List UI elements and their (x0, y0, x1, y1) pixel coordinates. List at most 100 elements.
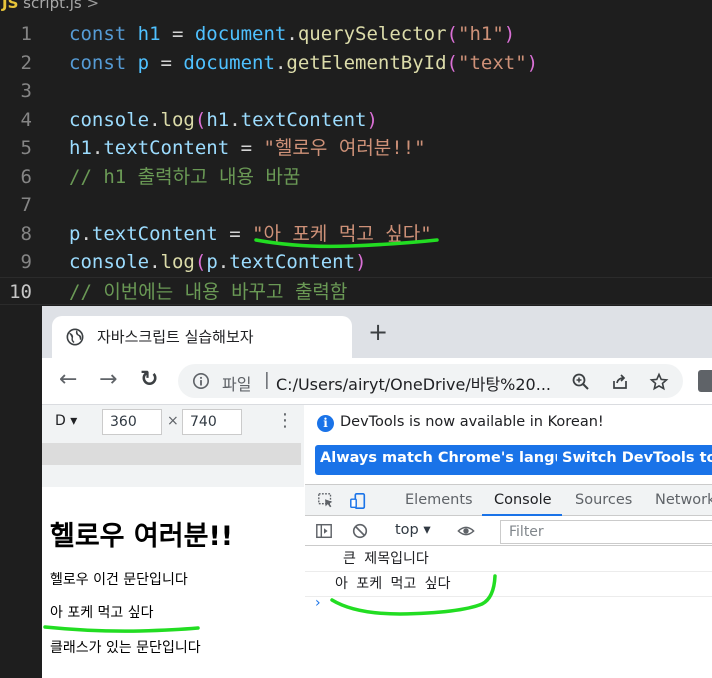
rendered-page: 헬로우 여러분!! 헬로우 이건 문단입니다 아 포케 먹고 싶다 클래스가 있… (42, 487, 304, 678)
viewport-width-input[interactable]: 360 (102, 409, 162, 435)
code-token: getElementById (286, 51, 447, 74)
dimension-times: × (167, 413, 179, 429)
infobar-message: DevTools is now available in Korean! (340, 414, 604, 430)
code-text: console.log(h1.textContent) (69, 106, 378, 134)
code-line[interactable]: 4 console.log(h1.textContent) (0, 106, 712, 134)
code-token: . (229, 108, 241, 131)
code-line[interactable]: 5 h1.textContent = "헬로우 여러분!!" (0, 134, 712, 162)
code-token: ) (526, 51, 539, 74)
code-token: console (69, 108, 150, 131)
code-token: const (69, 23, 138, 45)
forward-button[interactable]: → (99, 367, 117, 393)
line-number: 1 (20, 23, 32, 45)
address-bar[interactable]: 파일 | C:/Users/airyt/OneDrive/바탕%20... (178, 364, 683, 398)
code-token: ) (366, 108, 378, 131)
code-token: = (229, 137, 264, 159)
eye-icon[interactable] (457, 522, 475, 540)
console-filter-input[interactable]: Filter (500, 520, 712, 544)
page-paragraph-class: 클래스가 있는 문단입니다 (50, 640, 201, 656)
code-line[interactable]: 7 (0, 191, 712, 219)
code-line[interactable]: 8 p.textContent = "아 포케 먹고 싶다" (0, 220, 712, 248)
devtools-tabbar: Elements Console Sources Network (305, 484, 712, 516)
device-toggle-icon[interactable] (349, 492, 367, 510)
switch-devtools-language-button[interactable]: Switch DevTools to Ko (557, 445, 712, 475)
code-token: . (217, 251, 230, 273)
code-token: . (149, 251, 161, 273)
browser-toolbar: ← → ↻ 파일 | C:/Users/airyt/OneDrive/바탕%20… (42, 358, 712, 404)
line-number: 10 (9, 280, 32, 303)
code-token: p (69, 222, 81, 245)
browser-tab[interactable]: 자바스크립트 실습해보자 (52, 316, 352, 358)
page-heading: 헬로우 여러분!! (50, 521, 234, 552)
zoom-icon[interactable] (571, 372, 591, 392)
device-menu-icon[interactable]: ⋮ (276, 411, 294, 431)
devtools-infobar: i DevTools is now available in Korean! A… (305, 405, 712, 483)
code-token: ) (503, 23, 516, 45)
console-prompt[interactable]: › (315, 595, 321, 611)
tab-elements[interactable]: Elements (405, 492, 473, 508)
code-token: const (69, 51, 138, 74)
code-text: console.log(p.textContent) (69, 248, 367, 276)
sidebar-toggle-icon[interactable] (315, 522, 333, 540)
page-paragraph: 헬로우 이건 문단입니다 (50, 572, 188, 588)
inspect-element-icon[interactable] (317, 492, 335, 510)
code-token: "아 포케 먹고 싶다" (252, 222, 432, 245)
code-line[interactable]: 3 (0, 77, 712, 105)
back-button[interactable]: ← (59, 367, 77, 393)
tab-network[interactable]: Network (655, 492, 712, 508)
url-text[interactable]: C:/Users/airyt/OneDrive/바탕%20... (276, 371, 551, 395)
code-token: ( (446, 51, 458, 74)
breadcrumb-separator: > (86, 0, 100, 12)
code-token: = (149, 51, 184, 74)
code-token: . (80, 222, 92, 245)
star-icon[interactable] (649, 372, 669, 392)
browser-tab-title: 자바스크립트 실습해보자 (97, 328, 254, 346)
code-line[interactable]: 9 console.log(p.textContent) (0, 248, 712, 276)
code-token: = (217, 222, 253, 245)
info-icon[interactable] (192, 372, 210, 390)
share-icon[interactable] (610, 372, 630, 392)
url-scheme-label: 파일 (222, 375, 252, 394)
code-token: ( (194, 108, 207, 131)
code-token: document (183, 51, 275, 74)
line-number: 9 (20, 251, 32, 273)
clear-console-icon[interactable] (351, 522, 369, 540)
reload-button[interactable]: ↻ (140, 367, 158, 393)
tab-sources[interactable]: Sources (575, 492, 632, 508)
console-toolbar: top ▾ Filter (305, 516, 712, 546)
code-line[interactable]: 1 const h1 = document.querySelector("h1") (0, 20, 712, 48)
code-token: textContent (91, 222, 218, 245)
code-token: h1 (206, 108, 230, 131)
code-token: textContent (229, 251, 356, 273)
device-toolbar: D ▾ 360 × 740 ⋮ (42, 405, 304, 439)
code-token: // h1 출력하고 내용 바꿈 (69, 165, 301, 188)
extension-icon[interactable] (698, 370, 712, 392)
browser-viewport: D ▾ 360 × 740 ⋮ 헬로우 여러분!! 헬로우 이건 문단입니다 아… (42, 404, 712, 678)
line-number: 5 (20, 137, 32, 159)
globe-icon (66, 328, 84, 346)
code-token: . (274, 51, 287, 74)
viewport-height-input[interactable]: 740 (182, 409, 242, 435)
device-emulation-pane: D ▾ 360 × 740 ⋮ 헬로우 여러분!! 헬로우 이건 문단입니다 아… (42, 405, 304, 678)
console-log-line: 큰 제목입니다 (305, 547, 712, 572)
code-token: console (69, 251, 150, 273)
new-tab-button[interactable]: + (368, 320, 388, 344)
code-token: h1 (69, 137, 92, 159)
tab-console[interactable]: Console (494, 492, 552, 508)
code-token: h1 (137, 23, 161, 45)
code-token: "헬로우 여러분!!" (263, 137, 426, 159)
code-token: "h1" (458, 23, 504, 45)
context-select[interactable]: top ▾ (395, 522, 431, 538)
editor-tab[interactable]: JS script.js > (0, 0, 99, 14)
media-query-ruler[interactable] (42, 443, 301, 465)
code-token: . (91, 137, 104, 159)
media-query-ruler-area (42, 439, 304, 487)
device-select[interactable]: D ▾ (55, 413, 77, 429)
console-log-line: 아 포케 먹고 싶다 (305, 572, 712, 597)
code-token: . (286, 23, 298, 45)
code-token: log (160, 108, 195, 131)
code-line[interactable]: 2 const p = document.getElementById("text… (0, 49, 712, 77)
code-line[interactable]: 10 // 이번에는 내용 바꾸고 출력함 (0, 276, 712, 305)
line-number: 3 (20, 80, 32, 102)
code-line[interactable]: 6 // h1 출력하고 내용 바꿈 (0, 163, 712, 191)
